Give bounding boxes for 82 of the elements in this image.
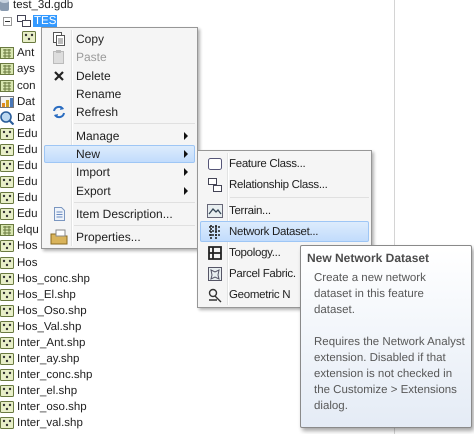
geometric-network-icon xyxy=(206,286,222,302)
tree-item[interactable]: Edu xyxy=(16,176,38,188)
dots-square-icon xyxy=(0,142,14,157)
tree-item[interactable]: Hos xyxy=(16,240,38,252)
database-icon xyxy=(0,0,10,12)
tree-item[interactable]: Hos_El.shp xyxy=(16,288,77,301)
dots-square-icon xyxy=(0,272,14,286)
dots-square-icon xyxy=(0,336,14,350)
tree-item[interactable]: Dat xyxy=(16,96,36,108)
tree-item[interactable]: test_3d.gdb xyxy=(12,0,74,12)
dots-square-icon xyxy=(22,30,36,44)
dots-square-icon xyxy=(0,384,14,398)
dots-square-icon xyxy=(0,207,14,222)
rectangle-icon xyxy=(206,156,222,170)
folder-icon xyxy=(50,229,68,246)
dots-square-icon xyxy=(0,320,14,334)
menu-item[interactable]: Delete xyxy=(44,66,195,85)
dots-square-icon xyxy=(0,368,14,382)
grid-square-icon xyxy=(0,78,14,93)
menu-item[interactable]: Item Description... xyxy=(44,204,195,223)
copy-icon xyxy=(50,31,66,48)
chart-icon xyxy=(0,94,14,109)
topology-icon xyxy=(206,244,222,260)
refresh-icon xyxy=(50,104,66,120)
dots-square-icon xyxy=(0,304,14,318)
tree-item[interactable]: Edu xyxy=(16,144,38,156)
paste-icon xyxy=(50,49,66,66)
network-icon xyxy=(206,224,222,240)
tree-item[interactable]: Inter_el.shp xyxy=(16,385,78,398)
delete-icon xyxy=(52,70,64,82)
tree-item[interactable]: Hos_Val.shp xyxy=(16,320,82,333)
grid-square-icon xyxy=(0,223,14,238)
dots-square-icon xyxy=(0,400,14,414)
dataset-icon xyxy=(17,14,31,28)
tree-item[interactable]: Hos xyxy=(16,256,38,269)
menu-item[interactable]: Import xyxy=(44,163,195,182)
menu-item[interactable]: Relationship Class... xyxy=(200,174,369,195)
collapse-icon[interactable] xyxy=(3,16,12,26)
tree-item[interactable]: Edu xyxy=(16,128,38,140)
tree-item[interactable]: Inter_ay.shp xyxy=(16,353,80,366)
dots-square-icon xyxy=(0,288,14,302)
menu-item[interactable]: Properties... xyxy=(44,228,195,246)
menu-item[interactable]: Refresh xyxy=(44,103,195,122)
tree-item[interactable]: Ant xyxy=(16,47,36,60)
tree-item[interactable]: Inter_Ant.shp xyxy=(16,337,86,350)
menu-item[interactable]: Manage xyxy=(44,126,195,145)
tree-item[interactable]: Inter_val.shp xyxy=(16,417,84,430)
tree-item[interactable]: Hos_conc.shp xyxy=(16,272,91,285)
dots-square-icon xyxy=(0,175,14,190)
menu-item[interactable]: New xyxy=(44,144,195,164)
linked-boxes-icon xyxy=(206,176,222,192)
dots-square-icon xyxy=(0,352,14,366)
menu-item[interactable]: Export xyxy=(44,181,195,200)
dots-square-icon xyxy=(0,256,14,270)
menu-item[interactable]: Network Dataset... xyxy=(200,221,369,242)
dots-square-icon xyxy=(0,191,14,206)
dots-square-icon xyxy=(0,416,14,430)
tooltip-title: New Network Dataset xyxy=(307,251,430,265)
tree-item[interactable]: Edu xyxy=(16,192,38,204)
tree-item[interactable]: Edu xyxy=(16,160,38,172)
tree-item[interactable]: Hos_Oso.shp xyxy=(16,304,88,317)
menu-item[interactable]: Copy xyxy=(44,30,195,48)
magnifier-icon xyxy=(0,110,14,125)
dots-square-icon xyxy=(0,239,14,254)
tree-item[interactable]: Inter_oso.shp xyxy=(16,401,88,414)
dots-square-icon xyxy=(0,158,14,173)
grid-square-icon xyxy=(0,62,14,76)
tree-item[interactable]: Inter_conc.shp xyxy=(16,369,94,382)
tooltip-text: Create a new network dataset in this feature dataset. xyxy=(313,271,427,318)
tree-item[interactable]: Edu xyxy=(16,208,38,220)
parcel-icon xyxy=(206,266,222,282)
tree-item[interactable]: ays xyxy=(16,63,36,76)
menu-item[interactable]: Feature Class... xyxy=(200,153,369,174)
tree-item[interactable]: Dat xyxy=(16,112,36,124)
tooltip-text: Requires the Network Analyst extension. Disabled if that extension is not checked in the Customize > Extensions dialog. xyxy=(313,335,465,414)
menu-item[interactable]: Rename xyxy=(44,84,195,104)
menu-item[interactable]: Terrain... xyxy=(200,200,369,221)
grid-square-icon xyxy=(0,46,14,60)
tree-item[interactable]: elqu xyxy=(16,224,40,236)
terrain-icon xyxy=(206,204,222,218)
dots-square-icon xyxy=(0,126,14,141)
tree-item[interactable]: con xyxy=(16,80,37,92)
